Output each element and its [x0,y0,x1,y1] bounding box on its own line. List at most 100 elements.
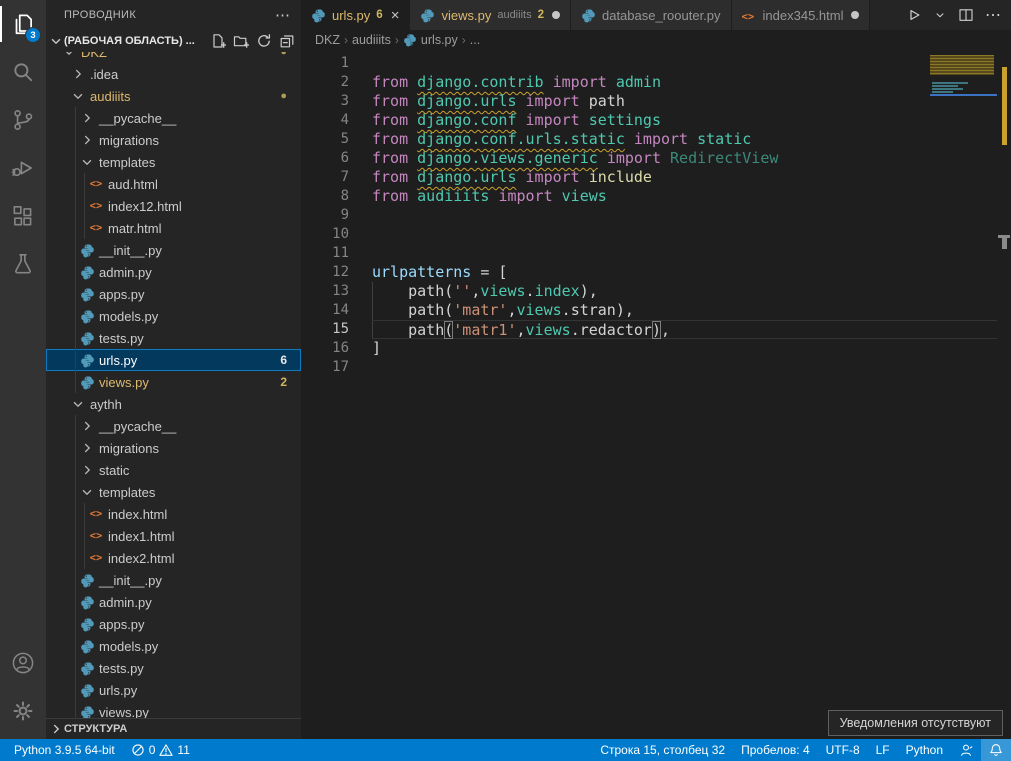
status-left: Python 3.9.5 64-bit011 [0,739,198,761]
code-line-3[interactable]: 3from django.urls import path [301,92,997,111]
activity-testing[interactable] [0,240,46,288]
code-line-15[interactable]: 15 path('matr1',views.redactor), [301,320,997,339]
line-content: from django.conf.urls.static import stat… [372,130,997,149]
tree-folder-migrations[interactable]: migrations [46,129,301,151]
code-line-6[interactable]: 6from django.views.generic import Redire… [301,149,997,168]
overview-ruler[interactable] [997,50,1011,739]
code-line-9[interactable]: 9 [301,206,997,225]
activity-settings[interactable] [0,687,46,735]
split-editor-button[interactable] [957,6,975,24]
code-line-4[interactable]: 4from django.conf import settings [301,111,997,130]
outline-section-header[interactable]: СТРУКТУРА [46,718,301,739]
code-line-16[interactable]: 16] [301,339,997,358]
tree-file-urls-py[interactable]: urls.py [46,679,301,701]
tab-database-roouter-py[interactable]: database_roouter.py [571,0,732,30]
tab-views-py[interactable]: views.pyaudiiits2 [410,0,571,30]
line-content: from django.views.generic import Redirec… [372,149,997,168]
dirty-dot-icon[interactable] [851,11,859,19]
tree-folder-dkz[interactable]: DKZ● [46,52,301,63]
tree-file-apps-py[interactable]: apps.py [46,613,301,635]
status-language-mode[interactable]: Python [898,739,951,761]
tree-folder-aythh[interactable]: aythh [46,393,301,415]
line-number: 13 [301,282,349,301]
tree-folder-templates[interactable]: templates [46,151,301,173]
activity-source-control[interactable] [0,96,46,144]
breadcrumb-item[interactable]: DKZ [315,33,340,47]
code-line-10[interactable]: 10 [301,225,997,244]
code-line-8[interactable]: 8from audiiits import views [301,187,997,206]
activity-run-and-debug[interactable] [0,144,46,192]
tree-file--init-py[interactable]: __init__.py [46,569,301,591]
line-content [372,358,997,377]
status-label: Строка 15, столбец 32 [600,743,725,757]
problems-badge: 6 [280,353,287,367]
status-notifications-bell[interactable] [981,739,1011,761]
tree-folder-static[interactable]: static [46,459,301,481]
tree-file-index12-html[interactable]: <>index12.html [46,195,301,217]
tree-item-label: models.py [99,639,158,654]
new-folder-button[interactable] [233,33,249,49]
tab-index345-html[interactable]: <>index345.html [732,0,871,30]
python-icon [420,8,435,23]
activity-extensions[interactable] [0,192,46,240]
explorer-more-icon[interactable]: ⋯ [275,6,291,24]
tab-urls-py[interactable]: urls.py6× [301,0,410,30]
tree-folder--idea[interactable]: .idea [46,63,301,85]
close-icon[interactable]: × [391,8,400,23]
status-problems-counter[interactable]: 011 [123,739,198,761]
breadcrumb-item[interactable]: ... [470,33,480,47]
status-python-interpreter[interactable]: Python 3.9.5 64-bit [6,739,123,761]
tree-folder-templates[interactable]: templates [46,481,301,503]
status-eol-sequence[interactable]: LF [868,739,898,761]
tree-file-index-html[interactable]: <>index.html [46,503,301,525]
tree-folder-audiiits[interactable]: audiiits● [46,85,301,107]
tree-file-admin-py[interactable]: admin.py [46,261,301,283]
tree-folder--pycache-[interactable]: __pycache__ [46,107,301,129]
code-line-5[interactable]: 5from django.conf.urls.static import sta… [301,130,997,149]
code-editor[interactable]: 12from django.contrib import admin3from … [301,50,1011,739]
code-line-13[interactable]: 13 path('',views.index), [301,282,997,301]
status-cursor-position[interactable]: Строка 15, столбец 32 [592,739,733,761]
code-line-1[interactable]: 1 [301,54,997,73]
refresh-explorer-button[interactable] [256,33,272,49]
workspace-section-header[interactable]: (РАБОЧАЯ ОБЛАСТЬ) ... [46,30,301,52]
editor-more-actions-button[interactable]: ⋯ [985,5,1001,25]
tree-file-aud-html[interactable]: <>aud.html [46,173,301,195]
code-line-11[interactable]: 11 [301,244,997,263]
code-line-7[interactable]: 7from django.urls import include [301,168,997,187]
activity-account[interactable] [0,639,46,687]
breadcrumb-item[interactable]: urls.py [403,33,458,47]
tree-file-index1-html[interactable]: <>index1.html [46,525,301,547]
tree-file-views-py[interactable]: views.py2 [46,371,301,393]
breadcrumb-separator: › [462,33,466,47]
code-line-2[interactable]: 2from django.contrib import admin [301,73,997,92]
new-file-button[interactable] [210,33,226,49]
tree-file-admin-py[interactable]: admin.py [46,591,301,613]
tree-folder--pycache-[interactable]: __pycache__ [46,415,301,437]
tree-file-views-py[interactable]: views.py [46,701,301,718]
tree-file-models-py[interactable]: models.py [46,305,301,327]
tree-file-index2-html[interactable]: <>index2.html [46,547,301,569]
code-line-12[interactable]: 12urlpatterns = [ [301,263,997,282]
collapse-folders-button[interactable] [279,33,295,49]
tree-file--init-py[interactable]: __init__.py [46,239,301,261]
status-encoding[interactable]: UTF-8 [818,739,868,761]
status-label: Python [906,743,943,757]
tree-file-tests-py[interactable]: tests.py [46,657,301,679]
code-line-17[interactable]: 17 [301,358,997,377]
tree-folder-migrations[interactable]: migrations [46,437,301,459]
activity-search[interactable] [0,48,46,96]
breadcrumb-item[interactable]: audiiits [352,33,391,47]
dirty-dot-icon[interactable] [552,11,560,19]
status-indentation[interactable]: Пробелов: 4 [733,739,818,761]
tree-file-urls-py[interactable]: urls.py6 [46,349,301,371]
tree-file-tests-py[interactable]: tests.py [46,327,301,349]
run-dropdown-button[interactable] [933,8,947,22]
run-button[interactable] [905,6,923,24]
tree-file-matr-html[interactable]: <>matr.html [46,217,301,239]
tree-file-apps-py[interactable]: apps.py [46,283,301,305]
code-line-14[interactable]: 14 path('matr',views.stran), [301,301,997,320]
status-feedback-button[interactable] [951,739,981,761]
tree-file-models-py[interactable]: models.py [46,635,301,657]
activity-explorer[interactable]: 3 [0,0,46,48]
